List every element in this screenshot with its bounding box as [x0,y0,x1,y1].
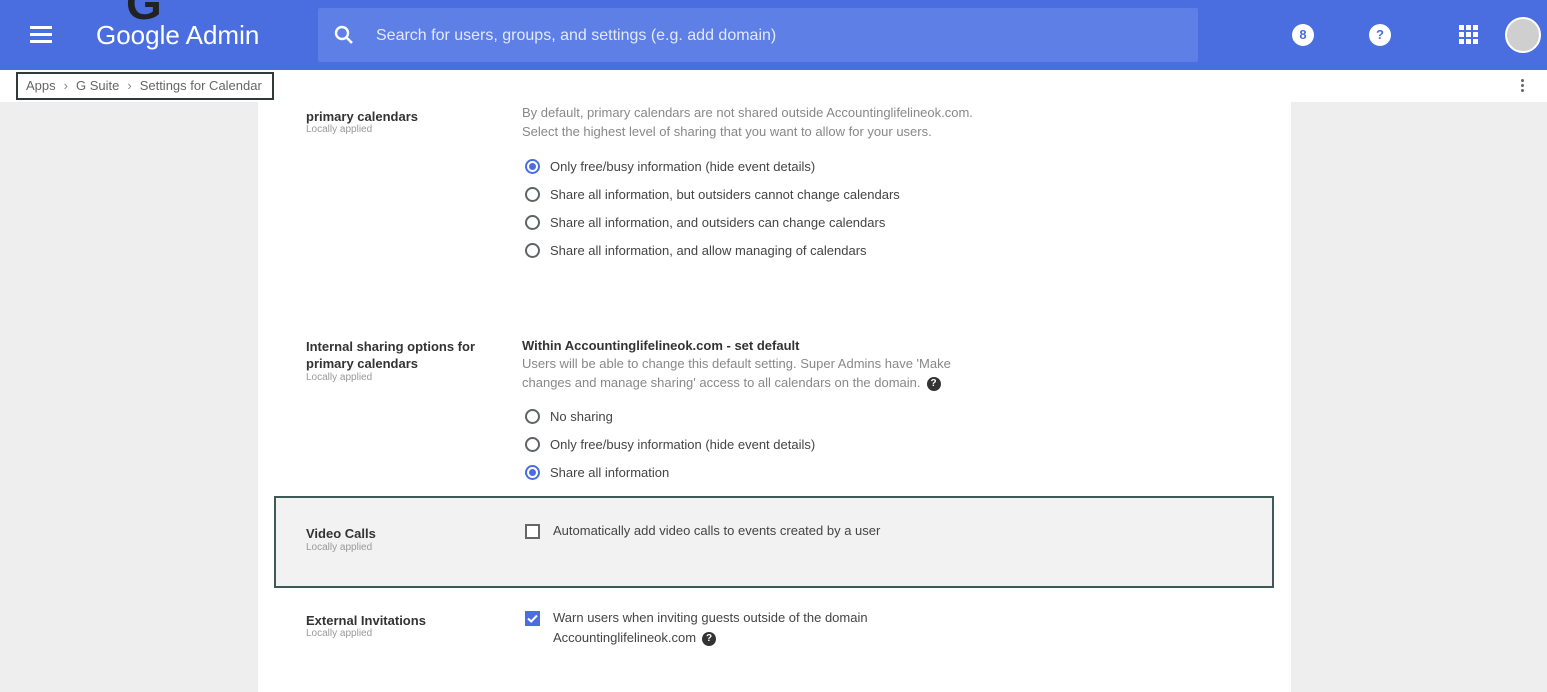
internal-sharing-desc-2-text: changes and manage sharing' access to al… [522,375,921,390]
option-label: Share all information, and allow managin… [550,242,867,258]
search-icon [334,25,353,44]
external-sharing-applied: Locally applied [306,124,373,135]
external-sharing-option-2[interactable]: Share all information, but outsiders can… [525,183,900,205]
overlay-letter: G [126,0,162,29]
avatar[interactable] [1505,17,1541,53]
breadcrumb-bar: Apps › G Suite › Settings for Calendar [0,70,1547,102]
more-options-icon[interactable] [1518,77,1526,97]
internal-sharing-option-3[interactable]: Share all information [525,461,669,483]
internal-sharing-heading: Within Accountinglifelineok.com - set de… [522,338,800,353]
main-menu-icon[interactable] [30,22,56,46]
help-circle-icon[interactable]: ? [702,631,717,646]
internal-sharing-desc-2: changes and manage sharing' access to al… [522,373,941,392]
video-calls-checkbox[interactable] [525,524,540,539]
search-bar[interactable] [318,8,1198,62]
radio-unselected[interactable] [525,242,540,258]
external-invitations-checkbox[interactable] [525,611,540,626]
search-input[interactable] [374,22,1178,50]
option-label: Only free/busy information (hide event d… [550,158,816,174]
radio-unselected[interactable] [525,214,540,230]
breadcrumb-settings-for-calendar: Settings for Calendar [139,78,262,93]
option-label: No sharing [550,408,613,424]
help-icon[interactable]: ? [1369,24,1391,46]
video-calls-title: Video Calls [306,526,376,541]
option-label: Share all information, but outsiders can… [550,186,900,202]
breadcrumb-gsuite[interactable]: G Suite [76,78,119,93]
top-app-bar: G Google Admin 8 ? [0,0,1547,70]
internal-sharing-option-1[interactable]: No sharing [525,405,613,427]
external-sharing-option-1[interactable]: Only free/busy information (hide event d… [525,155,815,177]
external-sharing-option-4[interactable]: Share all information, and allow managin… [525,239,867,261]
external-sharing-desc-2: Select the highest level of sharing that… [522,124,932,139]
video-calls-section-highlight [274,496,1274,588]
notifications-icon[interactable]: 8 [1292,24,1314,46]
video-calls-applied: Locally applied [306,542,373,553]
breadcrumb-apps[interactable]: Apps [26,78,56,93]
radio-unselected[interactable] [525,436,540,452]
internal-sharing-option-2[interactable]: Only free/busy information (hide event d… [525,433,815,455]
option-label: Only free/busy information (hide event d… [550,436,816,452]
external-invitations-title: External Invitations [306,613,426,628]
video-calls-checkbox-label[interactable]: Automatically add video calls to events … [553,521,880,541]
radio-selected[interactable] [525,158,540,174]
app-title[interactable]: G Google Admin [96,0,260,51]
option-label: Share all information [550,464,670,480]
radio-selected[interactable] [525,464,540,480]
help-circle-icon[interactable]: ? [926,376,941,391]
external-invitations-domain: Accountinglifelineok.com [553,630,697,645]
breadcrumb-separator: › [127,78,132,93]
external-invitations-label-1[interactable]: Warn users when inviting guests outside … [553,608,868,628]
radio-unselected[interactable] [525,186,540,202]
external-sharing-desc-1: By default, primary calendars are not sh… [522,105,973,120]
internal-sharing-title-2: primary calendars [306,356,419,371]
internal-sharing-applied: Locally applied [306,372,373,383]
external-invitations-applied: Locally applied [306,628,373,639]
external-sharing-option-3[interactable]: Share all information, and outsiders can… [525,211,885,233]
internal-sharing-desc-1: Users will be able to change this defaul… [522,356,951,371]
internal-sharing-title-1: Internal sharing options for [306,339,476,354]
breadcrumb-separator: › [63,78,68,93]
external-sharing-title: primary calendars [306,109,419,124]
option-label: Share all information, and outsiders can… [550,214,886,230]
check-icon [527,614,538,623]
breadcrumb: Apps › G Suite › Settings for Calendar [16,72,274,100]
radio-unselected[interactable] [525,408,540,424]
external-invitations-label-2: Accountinglifelineok.com? [553,628,717,648]
app-title-text: Google Admin [96,20,260,50]
apps-grid-icon[interactable] [1459,25,1478,44]
